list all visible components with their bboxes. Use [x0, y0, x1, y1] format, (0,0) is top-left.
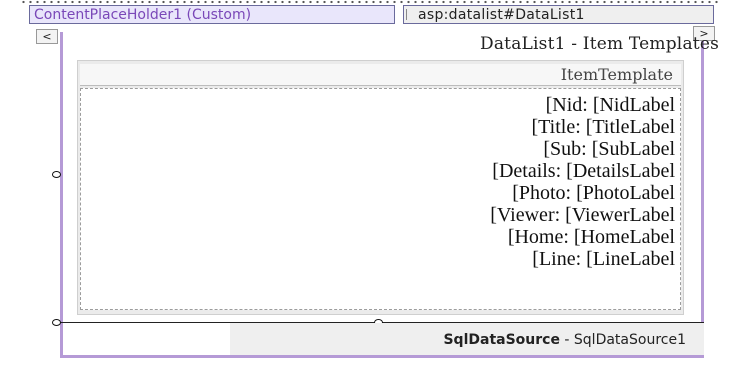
datasource-separator: - — [559, 332, 574, 348]
field-value-label[interactable]: [ViewerLabel — [565, 204, 675, 226]
field-value-label[interactable]: [SubLabel — [592, 138, 675, 160]
field-value-label[interactable]: [DetailsLabel — [566, 160, 675, 182]
field-value-label[interactable]: [HomeLabel — [574, 226, 675, 248]
resize-handle-bottom-left[interactable] — [52, 319, 61, 326]
field-value-label[interactable]: [TitleLabel — [586, 116, 675, 138]
datasource-name: SqlDataSource1 — [573, 332, 686, 348]
item-template-line: [Photo: [PhotoLabel — [490, 182, 675, 204]
designer-dotted-border — [20, 0, 720, 4]
item-template-header: ItemTemplate — [80, 64, 681, 86]
field-value-label[interactable]: [NidLabel — [593, 94, 675, 116]
item-template-line: [Line: [LineLabel — [490, 248, 675, 270]
panel-title: DataList1 - Item Templates — [480, 34, 719, 54]
field-label: [Photo: — [512, 182, 572, 204]
item-template-line: [Sub: [SubLabel — [490, 138, 675, 160]
datasource-type: SqlDataSource — [443, 332, 560, 348]
field-label: [Home: — [507, 226, 569, 248]
item-template-line: [Viewer: [ViewerLabel — [490, 204, 675, 226]
tab-content-placeholder[interactable]: ContentPlaceHolder1 (Custom) — [29, 5, 395, 24]
field-label: [Sub: — [543, 138, 587, 160]
item-template-line: [Title: [TitleLabel — [490, 116, 675, 138]
field-label: [Line: — [532, 248, 582, 270]
field-value-label[interactable]: [LineLabel — [586, 248, 675, 270]
resize-handle-left[interactable] — [52, 171, 61, 178]
scroll-left-button[interactable]: < — [36, 29, 58, 44]
field-label: [Details: — [492, 160, 562, 182]
tab-datalist-label: asp:datalist#DataList1 — [418, 7, 585, 23]
field-label: [Viewer: — [490, 204, 561, 226]
field-value-label[interactable]: [PhotoLabel — [576, 182, 675, 204]
datasource-control[interactable]: SqlDataSource - SqlDataSource1 — [230, 323, 704, 357]
tab-content-placeholder-label: ContentPlaceHolder1 (Custom) — [34, 7, 252, 23]
item-template-line: [Nid: [NidLabel — [490, 94, 675, 116]
field-label: [Nid: — [545, 94, 588, 116]
chevron-left-icon: < — [42, 30, 52, 43]
item-template-line: [Home: [HomeLabel — [490, 226, 675, 248]
field-label: [Title: — [531, 116, 581, 138]
tab-datalist[interactable]: asp:datalist#DataList1 — [403, 5, 714, 24]
item-template-line: [Details: [DetailsLabel — [490, 160, 675, 182]
panel-bottom-border — [60, 355, 704, 358]
item-template-fields: [Nid: [NidLabel [Title: [TitleLabel [Sub: … — [490, 94, 675, 270]
